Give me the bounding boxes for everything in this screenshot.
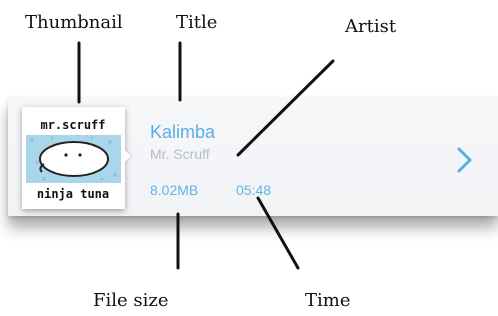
leader-artist [236, 59, 335, 157]
leader-lines [77, 41, 335, 270]
callout-time: Time [305, 290, 351, 311]
leader-time [256, 196, 300, 270]
callout-file-size: File size [93, 290, 169, 311]
